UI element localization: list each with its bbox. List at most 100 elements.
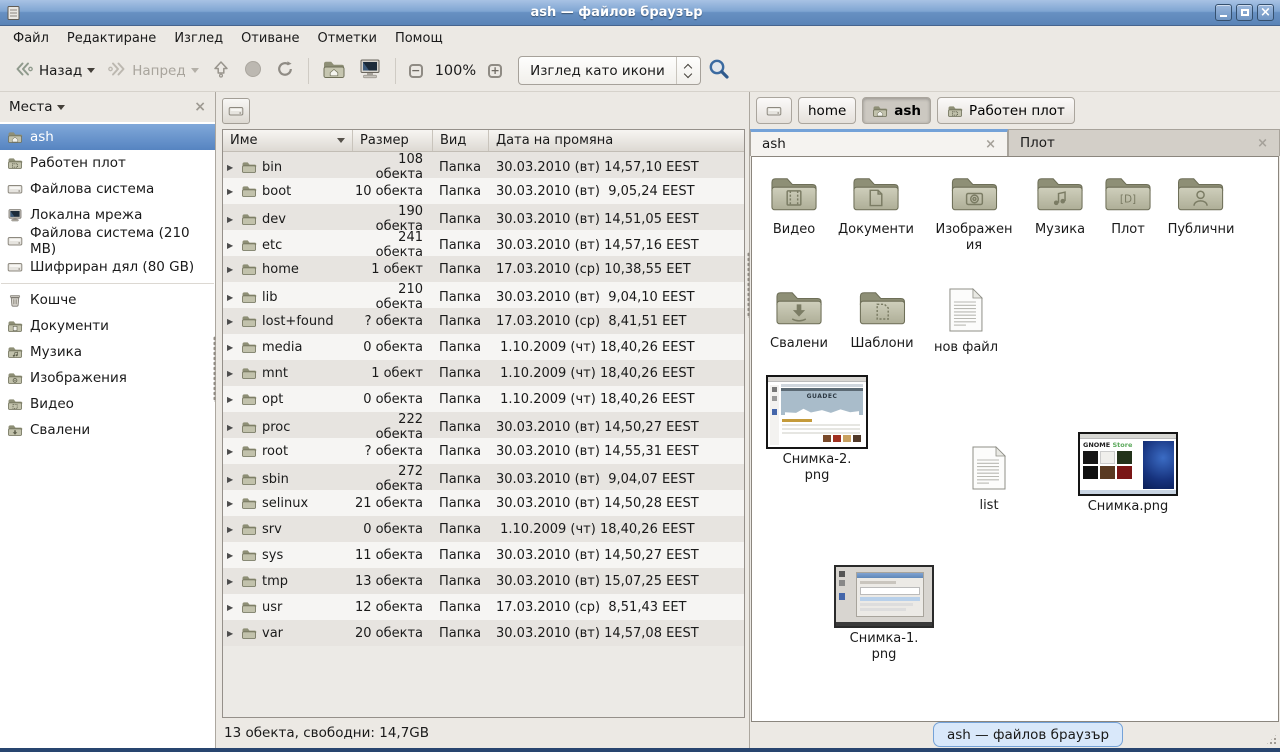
stop-button[interactable] xyxy=(237,55,269,87)
table-row-tmp[interactable]: ▶tmp13 обектаПапка30.03.2010 (вт) 15,07,… xyxy=(223,568,744,594)
table-row-sbin[interactable]: ▶sbin272 обектаПапка30.03.2010 (вт) 9,04… xyxy=(223,464,744,490)
breadcrumb-home[interactable]: home xyxy=(798,97,856,124)
expander-icon[interactable]: ▶ xyxy=(227,447,236,456)
tree-root-button[interactable] xyxy=(222,98,250,124)
sidebar-item-video[interactable]: Видео xyxy=(0,391,215,417)
expander-icon[interactable]: ▶ xyxy=(227,215,236,224)
view-mode-select[interactable]: Изглед като икони xyxy=(518,56,701,85)
expander-icon[interactable]: ▶ xyxy=(227,187,236,196)
tab-close-icon[interactable]: × xyxy=(985,137,996,152)
table-row-media[interactable]: ▶media0 обектаПапка 1.10.2009 (чт) 18,40… xyxy=(223,334,744,360)
places-selector[interactable]: Места xyxy=(9,99,65,115)
sidebar-item-music[interactable]: Музика xyxy=(0,339,215,365)
file-public[interactable]: Публични xyxy=(1168,173,1235,238)
file-pictures[interactable]: Изображения xyxy=(935,173,1012,254)
table-row-lost+found[interactable]: ▶lost+found? обектаПапка17.03.2010 (ср) … xyxy=(223,308,744,334)
table-row-bin[interactable]: ▶bin108 обектаПапка30.03.2010 (вт) 14,57… xyxy=(223,152,744,178)
sidebar-item-documents[interactable]: Документи xyxy=(0,313,215,339)
file-snimka-2[interactable]: GUADECСнимка-2.png xyxy=(766,375,868,484)
table-row-opt[interactable]: ▶opt0 обектаПапка 1.10.2009 (чт) 18,40,2… xyxy=(223,386,744,412)
file-snimka[interactable]: GNOME StoreСнимка.png xyxy=(1078,432,1178,515)
up-button[interactable] xyxy=(205,55,237,87)
file-downloads[interactable]: Свалени xyxy=(770,287,828,352)
back-button[interactable]: Назад xyxy=(8,55,101,87)
table-row-root[interactable]: ▶root? обектаПапка30.03.2010 (вт) 14,55,… xyxy=(223,438,744,464)
table-row-dev[interactable]: ▶dev190 обектаПапка30.03.2010 (вт) 14,51… xyxy=(223,204,744,230)
file-templates[interactable]: Шаблони xyxy=(850,287,913,352)
home-button[interactable] xyxy=(316,54,352,88)
expander-icon[interactable]: ▶ xyxy=(227,475,236,484)
expander-icon[interactable]: ▶ xyxy=(227,369,236,378)
tab-plot[interactable]: Плот× xyxy=(1008,129,1280,156)
search-button[interactable] xyxy=(701,53,737,89)
sidebar-item-trash[interactable]: Кошче xyxy=(0,287,215,313)
minimize-button[interactable] xyxy=(1215,4,1232,21)
file-music[interactable]: Музика xyxy=(1034,173,1086,238)
computer-button[interactable] xyxy=(352,54,388,88)
pane-splitter-left[interactable] xyxy=(213,336,216,402)
resize-grip[interactable] xyxy=(1265,733,1278,746)
sidebar-close-icon[interactable]: × xyxy=(194,99,206,115)
expander-icon[interactable]: ▶ xyxy=(227,163,236,172)
menu-help[interactable]: Помощ xyxy=(386,28,452,49)
expander-icon[interactable]: ▶ xyxy=(227,603,236,612)
breadcrumb-ash[interactable]: ash xyxy=(862,97,931,124)
expander-icon[interactable]: ▶ xyxy=(227,265,236,274)
table-row-proc[interactable]: ▶proc222 обектаПапка30.03.2010 (вт) 14,5… xyxy=(223,412,744,438)
expander-icon[interactable]: ▶ xyxy=(227,423,236,432)
expander-icon[interactable]: ▶ xyxy=(227,293,236,302)
column-header-type[interactable]: Вид xyxy=(433,130,489,151)
sidebar-item-desktop[interactable]: Работен плот xyxy=(0,150,215,176)
table-row-selinux[interactable]: ▶selinux21 обектаПапка30.03.2010 (вт) 14… xyxy=(223,490,744,516)
table-row-var[interactable]: ▶var20 обектаПапка30.03.2010 (вт) 14,57,… xyxy=(223,620,744,646)
expander-icon[interactable]: ▶ xyxy=(227,317,236,326)
menu-view[interactable]: Изглед xyxy=(165,28,232,49)
column-header-size[interactable]: Размер xyxy=(353,130,433,151)
expander-icon[interactable]: ▶ xyxy=(227,577,236,586)
menu-edit[interactable]: Редактиране xyxy=(58,28,165,49)
file-list[interactable]: list xyxy=(970,445,1008,514)
table-row-sys[interactable]: ▶sys11 обектаПапка30.03.2010 (вт) 14,50,… xyxy=(223,542,744,568)
table-row-lib[interactable]: ▶lib210 обектаПапка30.03.2010 (вт) 9,04,… xyxy=(223,282,744,308)
expander-icon[interactable]: ▶ xyxy=(227,629,236,638)
sidebar-item-encrypted-80gb[interactable]: Шифриран дял (80 GB) xyxy=(0,254,215,280)
close-button[interactable]: × xyxy=(1257,4,1274,21)
file-desktop[interactable]: [D]Плот xyxy=(1102,173,1154,238)
table-row-home[interactable]: ▶home1 обектПапка17.03.2010 (ср) 10,38,5… xyxy=(223,256,744,282)
file-documents[interactable]: Документи xyxy=(838,173,914,238)
icon-view[interactable]: ВидеоДокументиИзображенияМузика[D]ПлотПу… xyxy=(751,156,1279,722)
breadcrumb-root[interactable] xyxy=(756,97,792,124)
expander-icon[interactable]: ▶ xyxy=(227,551,236,560)
expander-icon[interactable]: ▶ xyxy=(227,395,236,404)
breadcrumb-desktop[interactable]: Работен плот xyxy=(937,97,1075,124)
menu-bookmarks[interactable]: Отметки xyxy=(308,28,385,49)
sidebar-item-pictures[interactable]: Изображения xyxy=(0,365,215,391)
table-row-boot[interactable]: ▶boot10 обектаПапка30.03.2010 (вт) 9,05,… xyxy=(223,178,744,204)
sidebar-item-filesystem[interactable]: Файлова система xyxy=(0,176,215,202)
titlebar[interactable]: ash — файлов браузър × xyxy=(0,0,1280,26)
column-header-modified[interactable]: Дата на промяна xyxy=(489,130,744,151)
tab-ash[interactable]: ash× xyxy=(750,129,1008,156)
menu-go[interactable]: Отиване xyxy=(232,28,308,49)
expander-icon[interactable]: ▶ xyxy=(227,525,236,534)
tab-close-icon[interactable]: × xyxy=(1257,136,1268,151)
sidebar-item-downloads[interactable]: Свалени xyxy=(0,417,215,443)
forward-button[interactable]: Напред xyxy=(101,55,204,87)
sidebar-item-ash[interactable]: ash xyxy=(0,124,215,150)
table-row-etc[interactable]: ▶etc241 обектаПапка30.03.2010 (вт) 14,57… xyxy=(223,230,744,256)
zoom-out-button[interactable]: − xyxy=(403,60,429,82)
expander-icon[interactable]: ▶ xyxy=(227,343,236,352)
expander-icon[interactable]: ▶ xyxy=(227,241,236,250)
file-new-file[interactable]: нов файл xyxy=(934,287,998,356)
table-row-usr[interactable]: ▶usr12 обектаПапка17.03.2010 (ср) 8,51,4… xyxy=(223,594,744,620)
table-row-mnt[interactable]: ▶mnt1 обектПапка 1.10.2009 (чт) 18,40,26… xyxy=(223,360,744,386)
menu-file[interactable]: Файл xyxy=(4,28,58,49)
reload-button[interactable] xyxy=(269,55,301,87)
column-header-name[interactable]: Име xyxy=(223,130,353,151)
maximize-button[interactable] xyxy=(1236,4,1253,21)
table-row-srv[interactable]: ▶srv0 обектаПапка 1.10.2009 (чт) 18,40,2… xyxy=(223,516,744,542)
expander-icon[interactable]: ▶ xyxy=(227,499,236,508)
pane-splitter-right[interactable] xyxy=(747,252,750,318)
zoom-in-button[interactable]: + xyxy=(482,60,508,82)
file-snimka-1[interactable]: Снимка-1.png xyxy=(834,565,934,663)
